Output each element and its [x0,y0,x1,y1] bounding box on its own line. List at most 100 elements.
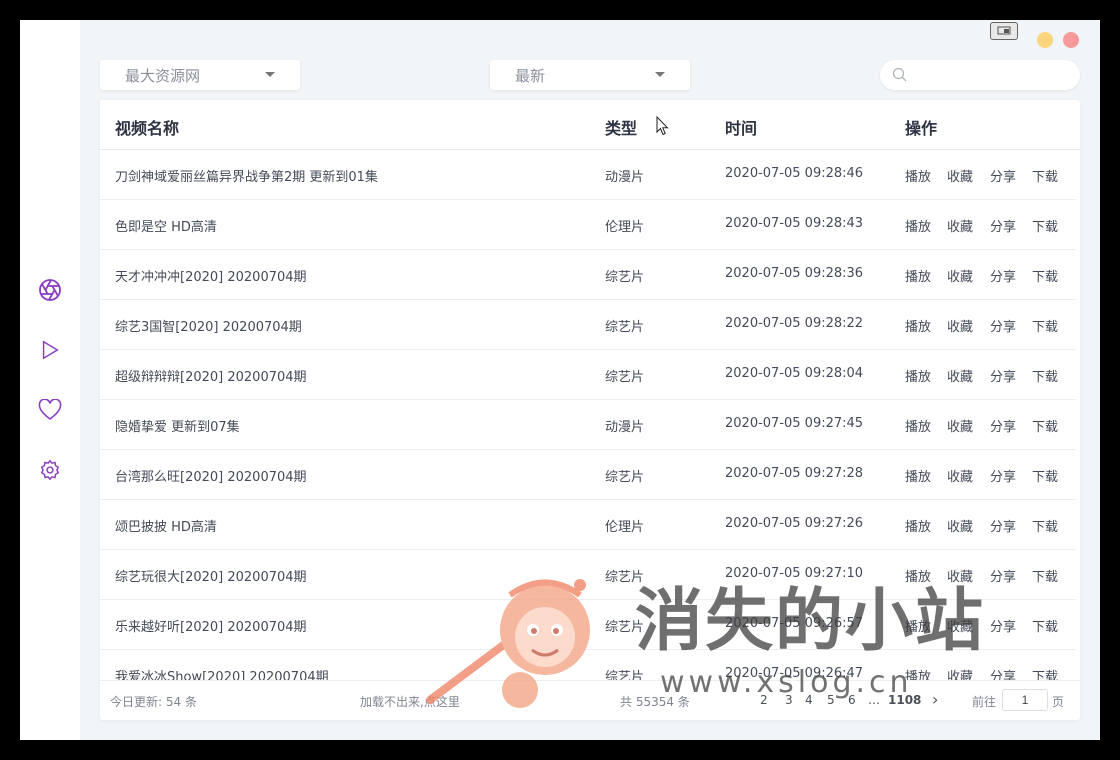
favorite-button[interactable]: 收藏 [947,516,973,535]
table-row[interactable]: 颂巴披披 HD高清 伦理片 2020-07-05 09:27:26 播放 收藏 分享 下载 [100,500,1076,550]
heart-icon[interactable] [37,397,63,423]
page-4[interactable]: 4 [805,693,813,707]
source-select[interactable]: 最大资源网 [100,60,300,90]
aperture-icon[interactable] [37,277,63,303]
favorite-button[interactable]: 收藏 [947,366,973,385]
header-time: 时间 [725,119,758,138]
favorite-button[interactable]: 收藏 [947,166,973,185]
download-button[interactable]: 下载 [1032,566,1058,585]
video-type: 伦理片 [605,520,645,535]
search-box [880,60,1080,90]
video-name: 天才冲冲冲[2020] 20200704期 [115,270,307,285]
goto-page-input[interactable] [1002,689,1048,711]
download-button[interactable]: 下载 [1032,316,1058,335]
table-row[interactable]: 天才冲冲冲[2020] 20200704期 综艺片 2020-07-05 09:28… [100,250,1076,300]
reload-link[interactable]: 加载不出来,点这里 [360,693,460,710]
play-button[interactable]: 播放 [905,416,931,435]
play-button[interactable]: 播放 [905,316,931,335]
sort-select[interactable]: 最新 [490,60,690,90]
mini-mode-icon [997,26,1011,35]
download-button[interactable]: 下载 [1032,616,1058,635]
favorite-button[interactable]: 收藏 [947,666,973,680]
download-button[interactable]: 下载 [1032,366,1058,385]
share-button[interactable]: 分享 [990,216,1016,235]
page-last[interactable]: 1108 [888,693,921,707]
share-button[interactable]: 分享 [990,266,1016,285]
minimize-button[interactable] [1037,32,1053,48]
favorite-button[interactable]: 收藏 [947,566,973,585]
share-button[interactable]: 分享 [990,516,1016,535]
table-row[interactable]: 台湾那么旺[2020] 20200704期 综艺片 2020-07-05 09:27… [100,450,1076,500]
favorite-button[interactable]: 收藏 [947,266,973,285]
source-select-value: 最大资源网 [125,66,201,85]
table-body: 刀剑神域爱丽丝篇异界战争第2期 更新到01集 动漫片 2020-07-05 09:2… [100,150,1080,680]
share-button[interactable]: 分享 [990,416,1016,435]
video-type: 伦理片 [605,220,645,235]
table-row[interactable]: 色即是空 HD高清 伦理片 2020-07-05 09:28:43 播放 收藏 分享 下载 [100,200,1076,250]
play-button[interactable]: 播放 [905,666,931,680]
close-button[interactable] [1063,32,1079,48]
download-button[interactable]: 下载 [1032,666,1058,680]
table-row[interactable]: 刀剑神域爱丽丝篇异界战争第2期 更新到01集 动漫片 2020-07-05 09:2… [100,150,1076,200]
share-button[interactable]: 分享 [990,566,1016,585]
download-button[interactable]: 下载 [1032,416,1058,435]
page-3[interactable]: 3 [785,693,793,707]
favorite-button[interactable]: 收藏 [947,316,973,335]
favorite-button[interactable]: 收藏 [947,466,973,485]
share-button[interactable]: 分享 [990,166,1016,185]
search-input[interactable] [914,65,1068,87]
video-type: 综艺片 [605,470,645,485]
video-name: 颂巴披披 HD高清 [115,520,217,535]
video-time: 2020-07-05 09:28:43 [725,216,864,231]
download-button[interactable]: 下载 [1032,266,1058,285]
header-type[interactable]: 类型 [605,115,637,139]
play-button[interactable]: 播放 [905,516,931,535]
play-button[interactable]: 播放 [905,216,931,235]
share-button[interactable]: 分享 [990,616,1016,635]
play-button[interactable]: 播放 [905,166,931,185]
video-type: 综艺片 [605,670,645,680]
play-button[interactable]: 播放 [905,366,931,385]
share-button[interactable]: 分享 [990,316,1016,335]
mini-mode-button[interactable] [990,22,1018,40]
download-button[interactable]: 下载 [1032,216,1058,235]
video-time: 2020-07-05 09:27:45 [725,416,864,431]
download-button[interactable]: 下载 [1032,466,1058,485]
page-5[interactable]: 5 [827,693,835,707]
play-button[interactable]: 播放 [905,466,931,485]
total-count: 共 55354 条 [620,695,690,709]
play-button[interactable]: 播放 [905,266,931,285]
next-page-button[interactable]: › [932,690,938,709]
share-button[interactable]: 分享 [990,366,1016,385]
table-row[interactable]: 超级辩辩辩[2020] 20200704期 综艺片 2020-07-05 09:28… [100,350,1076,400]
search-icon [892,67,907,82]
gear-icon[interactable] [37,457,63,483]
video-table: 视频名称 类型 时间 操作 刀剑神域爱丽丝篇异界战争第2期 更新到01集 动漫片 2… [100,100,1080,720]
favorite-button[interactable]: 收藏 [947,416,973,435]
share-button[interactable]: 分享 [990,666,1016,680]
video-name: 台湾那么旺[2020] 20200704期 [115,470,307,485]
chevron-down-icon [265,72,275,77]
video-time: 2020-07-05 09:28:46 [725,166,864,181]
video-type: 综艺片 [605,570,645,585]
video-time: 2020-07-05 09:27:10 [725,566,864,581]
favorite-button[interactable]: 收藏 [947,216,973,235]
table-row[interactable]: 隐婚挚爱 更新到07集 动漫片 2020-07-05 09:27:45 播放 收藏 分享下… [100,400,1076,450]
page-2[interactable]: 2 [760,693,768,707]
share-button[interactable]: 分享 [990,466,1016,485]
favorite-button[interactable]: 收藏 [947,616,973,635]
play-button[interactable]: 播放 [905,566,931,585]
table-row[interactable]: 乐来越好听[2020] 20200704期 综艺片 2020-07-05 09:26… [100,600,1076,650]
download-button[interactable]: 下载 [1032,166,1058,185]
sidebar [20,20,80,740]
video-time: 2020-07-05 09:28:22 [725,316,864,331]
table-row[interactable]: 综艺玩很大[2020] 20200704期 综艺片 2020-07-05 09:27… [100,550,1076,600]
table-row[interactable]: 综艺3国智[2020] 20200704期 综艺片 2020-07-05 09:28… [100,300,1076,350]
page-6[interactable]: 6 [848,693,856,707]
page-ellipsis[interactable]: … [868,693,880,707]
table-row[interactable]: 我爱冰冰Show[2020] 20200704期 综艺片 2020-07-05 09… [100,650,1076,680]
download-button[interactable]: 下载 [1032,516,1058,535]
play-button[interactable]: 播放 [905,616,931,635]
video-type: 综艺片 [605,370,645,385]
play-icon[interactable] [37,337,63,363]
